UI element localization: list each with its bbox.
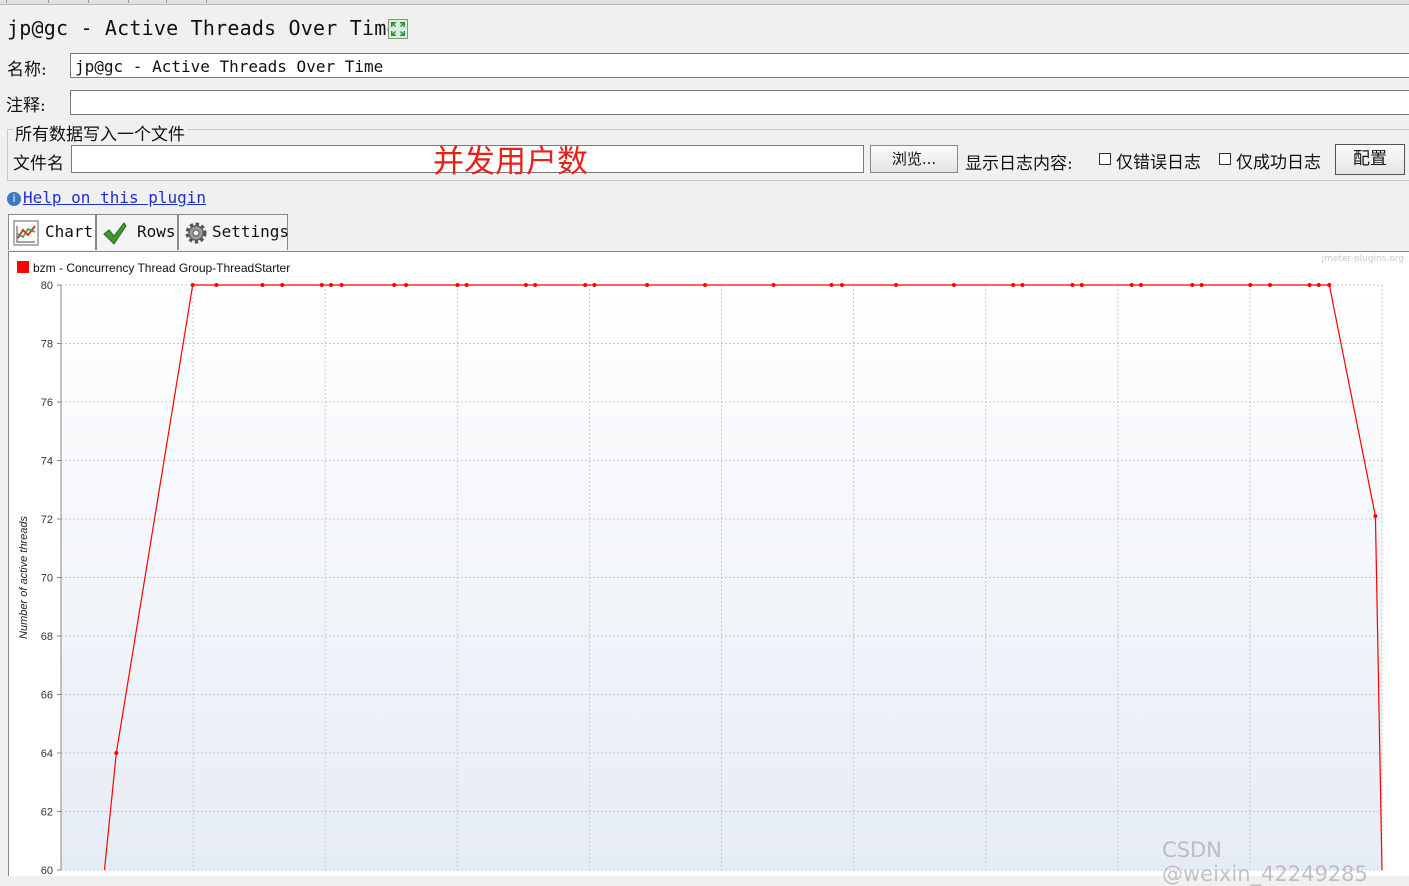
filename-label: 文件名	[13, 154, 64, 174]
errors-only-checkbox[interactable]	[1099, 153, 1111, 165]
tab-chart-label: Chart	[45, 222, 94, 241]
y-tick-label: 60	[41, 865, 53, 876]
data-point	[1199, 283, 1204, 287]
tab-rows-label: Rows	[137, 222, 176, 241]
info-icon: i	[7, 192, 21, 206]
data-point	[1138, 283, 1143, 287]
configure-button[interactable]: 配置	[1335, 144, 1405, 175]
page-watermark: CSDN @weixin_42249285	[1162, 838, 1368, 886]
data-point	[583, 283, 588, 287]
browse-button[interactable]: 浏览...	[870, 145, 958, 173]
data-point	[771, 283, 776, 287]
data-point	[1327, 283, 1332, 287]
window-title: jp@gc - Active Threads Over Time	[7, 16, 399, 40]
data-point	[328, 283, 333, 287]
y-tick-label: 74	[41, 456, 53, 468]
comment-label: 注释:	[6, 96, 46, 116]
expand-icon[interactable]	[388, 19, 408, 39]
success-only-checkbox[interactable]	[1219, 153, 1231, 165]
data-point	[464, 283, 469, 287]
y-tick-label: 76	[41, 397, 53, 409]
data-point	[1316, 283, 1321, 287]
data-point	[190, 283, 195, 287]
data-point	[533, 283, 538, 287]
data-point	[260, 283, 265, 287]
data-point	[1070, 283, 1075, 287]
checkmark-icon	[103, 222, 127, 245]
y-tick-label: 78	[41, 339, 53, 351]
data-point	[1248, 283, 1253, 287]
overlay-annotation: 并发用户数	[433, 144, 588, 180]
data-point	[1307, 283, 1312, 287]
data-point	[319, 283, 324, 287]
errors-only-label: 仅错误日志	[1116, 153, 1201, 173]
data-point	[829, 283, 834, 287]
data-point	[894, 283, 899, 287]
name-field[interactable]: jp@gc - Active Threads Over Time	[70, 53, 1409, 78]
data-point	[951, 283, 956, 287]
data-point	[1129, 283, 1134, 287]
y-tick-label: 72	[41, 514, 53, 526]
tab-rows[interactable]: Rows	[96, 214, 178, 250]
success-only-label: 仅成功日志	[1236, 153, 1321, 173]
comment-field[interactable]	[70, 90, 1409, 115]
y-tick-label: 62	[41, 807, 53, 819]
data-point	[392, 283, 397, 287]
file-group-label: 所有数据写入一个文件	[13, 120, 187, 145]
y-tick-label: 80	[41, 280, 53, 292]
name-label: 名称:	[7, 60, 47, 80]
data-point	[114, 751, 119, 755]
data-point	[339, 283, 344, 287]
data-point	[1079, 283, 1084, 287]
data-point	[1020, 283, 1025, 287]
legend-label: bzm - Concurrency Thread Group-ThreadSta…	[33, 261, 290, 275]
data-point	[840, 283, 845, 287]
y-tick-label: 70	[41, 573, 53, 585]
chart-watermark: jmeter-plugins.org	[1321, 254, 1404, 264]
y-tick-label: 66	[41, 690, 53, 702]
chart-canvas: 60 62 64 66 68 70 72 74 76 78 80 Number of active t…	[17, 261, 1383, 877]
y-axis-title: Number of active threads	[18, 516, 30, 639]
chart-panel: jmeter-plugins.org 60 62 64 66 68 70 72 74 76 78 8…	[8, 251, 1409, 877]
data-point	[523, 283, 528, 287]
data-point	[1011, 283, 1016, 287]
help-link-text: Help on this plugin	[23, 188, 207, 207]
data-point	[455, 283, 460, 287]
chart-icon	[13, 220, 39, 246]
tab-chart[interactable]: Chart	[8, 214, 96, 250]
data-point	[280, 283, 285, 287]
y-tick-label: 68	[41, 631, 53, 643]
legend-swatch	[17, 261, 29, 273]
y-tick-label: 64	[41, 748, 53, 760]
data-point	[1373, 514, 1378, 519]
data-point	[1268, 283, 1273, 287]
data-point	[645, 283, 650, 287]
data-point	[1190, 283, 1195, 287]
data-point	[214, 283, 219, 287]
top-strip	[0, 0, 1409, 5]
help-link[interactable]: i Help on this plugin	[7, 188, 206, 207]
tab-settings[interactable]: Settings	[178, 214, 290, 250]
data-point	[592, 283, 597, 287]
gear-icon	[185, 222, 207, 244]
log-content-label: 显示日志内容:	[965, 154, 1073, 174]
tab-settings-label: Settings	[212, 222, 290, 241]
data-point	[703, 283, 708, 287]
data-point	[404, 283, 409, 287]
